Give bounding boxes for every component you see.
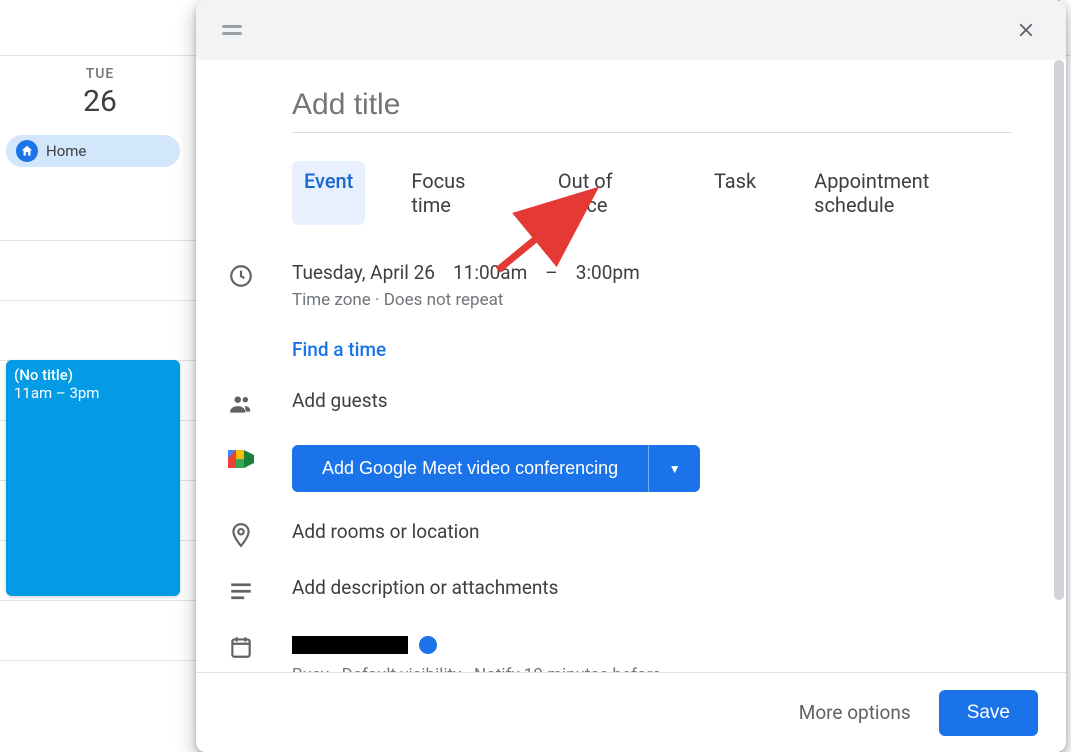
event-end: 3:00pm bbox=[576, 261, 640, 284]
day-name: TUE bbox=[0, 66, 200, 82]
people-icon bbox=[226, 389, 292, 417]
drag-handle-icon[interactable] bbox=[222, 25, 242, 35]
close-button[interactable] bbox=[1006, 10, 1046, 50]
tab-event[interactable]: Event bbox=[292, 161, 365, 225]
more-options-button[interactable]: More options bbox=[793, 691, 917, 734]
title-input[interactable] bbox=[292, 84, 1012, 133]
tab-focus-time[interactable]: Focus time bbox=[399, 161, 512, 225]
visibility-status[interactable]: Default visibility bbox=[342, 665, 461, 672]
home-icon bbox=[16, 140, 38, 162]
modal-header bbox=[196, 0, 1066, 60]
event-title: (No title) bbox=[14, 366, 172, 384]
event-editor-modal: Event Focus time Out of office Task Appo… bbox=[196, 0, 1066, 752]
home-chip[interactable]: Home bbox=[6, 135, 180, 167]
calendar-event[interactable]: (No title) 11am – 3pm bbox=[6, 360, 180, 596]
time-separator: – bbox=[545, 261, 557, 284]
tab-task[interactable]: Task bbox=[702, 161, 768, 225]
location-icon bbox=[226, 520, 292, 548]
tab-out-of-office[interactable]: Out of office bbox=[546, 161, 668, 225]
save-button[interactable]: Save bbox=[939, 690, 1038, 736]
day-header: TUE 26 bbox=[0, 56, 200, 125]
calendar-icon bbox=[226, 632, 292, 660]
meet-dropdown-button[interactable]: ▼ bbox=[648, 445, 700, 492]
notification-status[interactable]: Notify 10 minutes before bbox=[474, 665, 661, 672]
add-meet-button[interactable]: Add Google Meet video conferencing bbox=[292, 445, 648, 492]
find-a-time-link[interactable]: Find a time bbox=[292, 338, 1006, 361]
datetime-picker[interactable]: Tuesday, April 26 11:00am – 3:00pm bbox=[292, 261, 1006, 284]
home-label: Home bbox=[46, 142, 86, 160]
day-number: 26 bbox=[0, 84, 200, 119]
calendar-owner[interactable] bbox=[292, 632, 1006, 655]
clock-icon bbox=[226, 261, 292, 289]
description-icon bbox=[226, 576, 292, 604]
recurrence-link[interactable]: Does not repeat bbox=[384, 290, 504, 310]
timezone-link[interactable]: Time zone bbox=[292, 290, 371, 310]
chevron-down-icon: ▼ bbox=[669, 462, 681, 476]
location-input[interactable]: Add rooms or location bbox=[292, 520, 1006, 543]
google-meet-icon bbox=[226, 445, 292, 471]
modal-footer: More options Save bbox=[196, 672, 1066, 752]
event-type-tabs: Event Focus time Out of office Task Appo… bbox=[292, 161, 1006, 225]
redacted-name bbox=[292, 636, 408, 654]
add-guests-input[interactable]: Add guests bbox=[292, 389, 1006, 412]
event-date: Tuesday, April 26 bbox=[292, 261, 435, 284]
calendar-color-dot bbox=[419, 636, 437, 654]
event-start: 11:00am bbox=[453, 261, 527, 284]
tab-appointment-schedule[interactable]: Appointment schedule bbox=[802, 161, 1006, 225]
event-time: 11am – 3pm bbox=[14, 384, 172, 402]
busy-status[interactable]: Busy bbox=[292, 665, 329, 672]
description-input[interactable]: Add description or attachments bbox=[292, 576, 1006, 599]
